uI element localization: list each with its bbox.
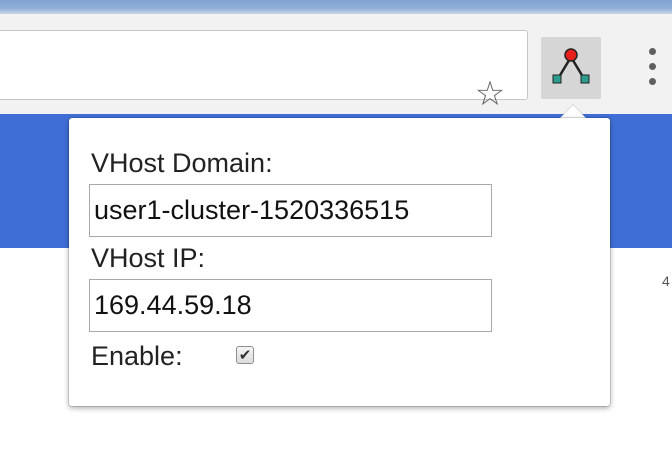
- bookmark-star-icon[interactable]: ☆: [473, 77, 507, 111]
- browser-window: ☆ 4 VHost Domain: VHost IP: Enable: ✔: [0, 0, 672, 449]
- vhost-ip-input[interactable]: [89, 279, 492, 332]
- network-graph-icon: [552, 48, 590, 84]
- address-bar[interactable]: [0, 30, 528, 100]
- vhost-domain-label: VHost Domain:: [91, 148, 273, 178]
- page-edge-mark: 4: [662, 273, 670, 289]
- enable-label: Enable:: [91, 341, 183, 371]
- vhost-ip-label: VHost IP:: [91, 243, 206, 273]
- vhost-domain-input[interactable]: [89, 184, 492, 237]
- extension-button[interactable]: [541, 37, 601, 99]
- window-title-strip: [0, 0, 672, 14]
- popup-pointer: [560, 105, 586, 118]
- enable-checkbox[interactable]: ✔: [236, 346, 254, 364]
- browser-menu-dots-icon[interactable]: [640, 46, 664, 88]
